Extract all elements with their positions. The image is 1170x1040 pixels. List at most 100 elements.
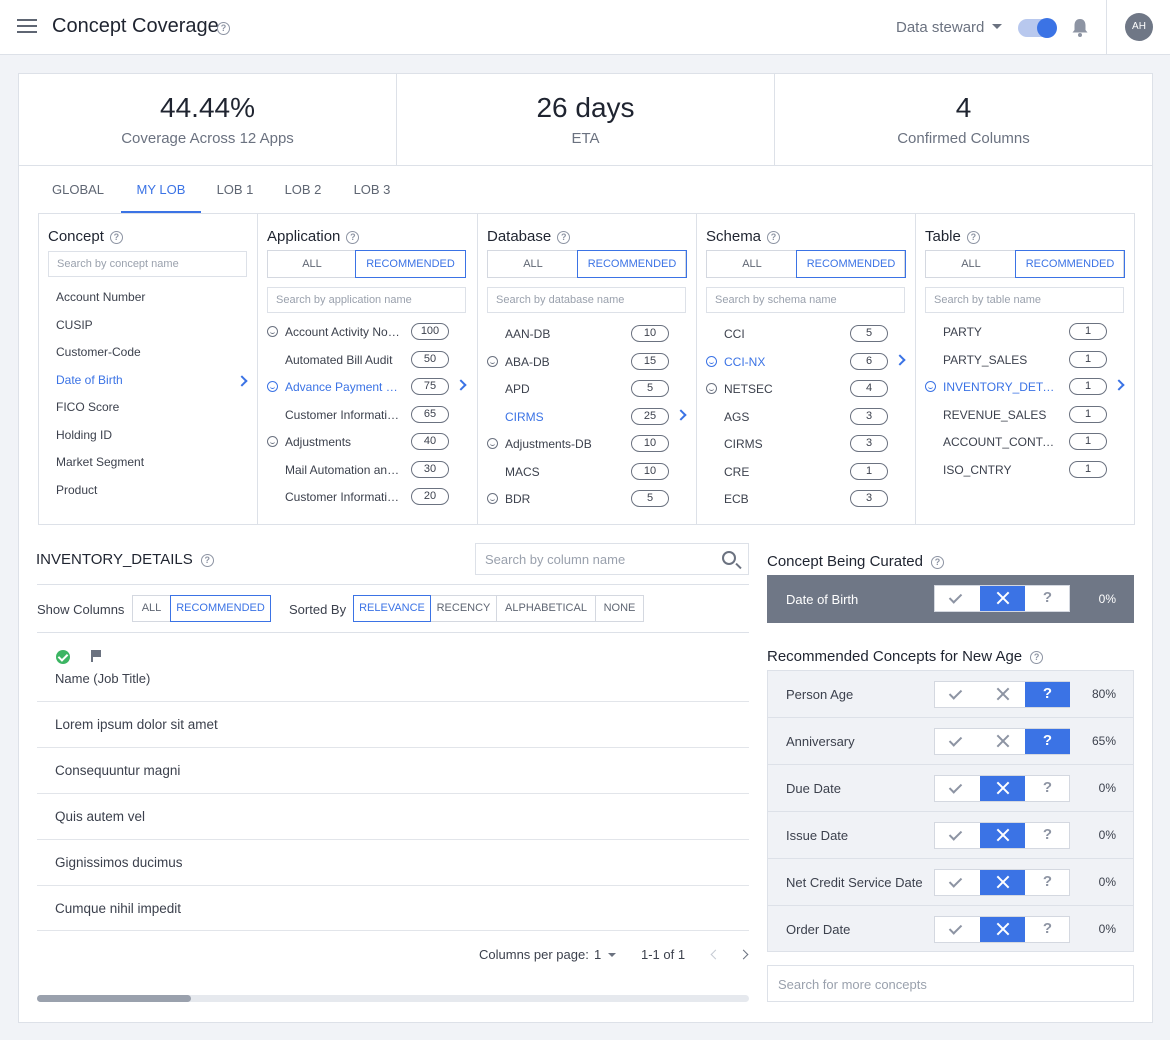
confirm-button[interactable] — [935, 870, 980, 895]
scrollbar-thumb[interactable] — [37, 995, 191, 1002]
bell-icon[interactable] — [1071, 18, 1089, 38]
filter-all[interactable]: ALL — [707, 251, 797, 277]
table-row[interactable]: Gignissimos ducimus — [37, 839, 749, 885]
reject-button[interactable] — [980, 586, 1025, 611]
application-item[interactable]: Advance Payment and... 75 — [258, 376, 473, 398]
schema-search-input[interactable]: Search by schema name — [706, 287, 905, 313]
reject-button[interactable] — [980, 682, 1025, 707]
reject-button[interactable] — [980, 776, 1025, 801]
tab-my-lob[interactable]: MY LOB — [121, 167, 201, 213]
schema-item[interactable]: NETSEC 4 — [697, 378, 912, 400]
filter-all[interactable]: ALL — [926, 251, 1016, 277]
sort-recency-button[interactable]: RECENCY — [430, 595, 497, 622]
tab-lob-1[interactable]: LOB 1 — [201, 167, 269, 213]
sort-none-button[interactable]: NONE — [595, 595, 644, 622]
show-recommended-button[interactable]: RECOMMENDED — [170, 595, 271, 622]
tab-lob-3[interactable]: LOB 3 — [337, 167, 407, 213]
help-icon[interactable]: ? — [930, 556, 944, 569]
role-dropdown[interactable]: Data steward — [896, 19, 1003, 36]
table-item[interactable]: ISO_CNTRY 1 — [916, 459, 1131, 481]
help-icon[interactable]: ? — [200, 554, 214, 567]
table-item[interactable]: INVENTORY_DETAILS 1 — [916, 376, 1131, 398]
rows-per-page-select[interactable]: 1 — [594, 947, 601, 962]
table-item[interactable]: REVENUE_SALES 1 — [916, 404, 1131, 426]
help-icon[interactable]: ? — [109, 231, 123, 244]
confirmed-check-icon[interactable] — [56, 650, 70, 664]
application-item[interactable]: Mail Automation and... 30 — [258, 459, 473, 481]
table-row[interactable]: Quis autem vel — [37, 793, 749, 839]
filter-recommended[interactable]: RECOMMENDED — [577, 250, 687, 278]
column-search-input[interactable]: Search by column name — [475, 543, 749, 575]
concept-search-input[interactable]: Search by concept name — [48, 251, 247, 277]
chevron-right-icon[interactable] — [675, 408, 687, 421]
unsure-button[interactable]: ? — [1025, 729, 1070, 754]
database-item[interactable]: AAN-DB 10 — [478, 323, 693, 345]
database-item[interactable]: CIRMS 25 — [478, 406, 693, 428]
horizontal-scrollbar[interactable] — [37, 995, 749, 1002]
search-icon[interactable] — [722, 551, 736, 565]
table-row[interactable]: Consequuntur magni — [37, 747, 749, 793]
concept-item[interactable]: Product — [56, 483, 97, 497]
help-icon[interactable]: ? — [557, 231, 571, 244]
unsure-button[interactable]: ? — [1025, 682, 1070, 707]
unsure-button[interactable]: ? — [1025, 917, 1070, 942]
filter-all[interactable]: ALL — [488, 251, 578, 277]
tab-global[interactable]: GLOBAL — [37, 167, 119, 213]
filter-recommended[interactable]: RECOMMENDED — [796, 250, 906, 278]
prev-page-icon[interactable] — [710, 949, 721, 960]
schema-item[interactable]: ECB 3 — [697, 488, 912, 510]
database-filter-toggle[interactable]: ALL RECOMMENDED — [487, 250, 687, 278]
mode-toggle[interactable] — [1018, 18, 1057, 38]
confirm-button[interactable] — [935, 776, 980, 801]
concept-item[interactable]: Holding ID — [56, 428, 112, 442]
chevron-down-icon[interactable] — [608, 953, 616, 957]
unsure-button[interactable]: ? — [1025, 586, 1070, 611]
database-search-input[interactable]: Search by database name — [487, 287, 686, 313]
confirm-button[interactable] — [935, 917, 980, 942]
database-item[interactable]: APD 5 — [478, 378, 693, 400]
confirm-button[interactable] — [935, 586, 980, 611]
help-icon[interactable]: ? — [767, 231, 781, 244]
concept-item[interactable]: CUSIP — [56, 318, 93, 332]
schema-item[interactable]: CCI-NX 6 — [697, 351, 912, 373]
confirm-button[interactable] — [935, 682, 980, 707]
application-item[interactable]: Customer Information... 65 — [258, 404, 473, 426]
table-row[interactable]: Lorem ipsum dolor sit amet — [37, 701, 749, 747]
table-item[interactable]: PARTY_SALES 1 — [916, 349, 1131, 371]
show-all-button[interactable]: ALL — [132, 595, 171, 622]
application-filter-toggle[interactable]: ALL RECOMMENDED — [267, 250, 466, 278]
database-item[interactable]: MACS 10 — [478, 461, 693, 483]
application-search-input[interactable]: Search by application name — [267, 287, 466, 313]
hamburger-menu-icon[interactable] — [17, 19, 37, 35]
help-icon[interactable]: ? — [1030, 651, 1044, 664]
avatar[interactable]: AH — [1125, 13, 1153, 41]
database-item[interactable]: Adjustments-DB 10 — [478, 433, 693, 455]
table-row[interactable]: Cumque nihil impedit — [37, 885, 749, 931]
schema-item[interactable]: CRE 1 — [697, 461, 912, 483]
unsure-button[interactable]: ? — [1025, 823, 1070, 848]
reject-button[interactable] — [980, 870, 1025, 895]
next-page-icon[interactable] — [738, 949, 749, 960]
reject-button[interactable] — [980, 917, 1025, 942]
tab-lob-2[interactable]: LOB 2 — [269, 167, 337, 213]
chevron-right-icon[interactable] — [236, 374, 248, 387]
application-item[interactable]: Automated Bill Audit 50 — [258, 349, 473, 371]
concept-item[interactable]: FICO Score — [56, 400, 119, 414]
reject-button[interactable] — [980, 729, 1025, 754]
table-item[interactable]: ACCOUNT_CONTACT 1 — [916, 431, 1131, 453]
flag-icon[interactable] — [91, 650, 101, 662]
concept-item[interactable]: Account Number — [56, 290, 145, 304]
application-item[interactable]: Account Activity Notifi... 100 — [258, 321, 473, 343]
database-item[interactable]: BDR 5 — [478, 488, 693, 510]
unsure-button[interactable]: ? — [1025, 870, 1070, 895]
concept-item[interactable]: Customer-Code — [56, 345, 141, 359]
more-concepts-search-input[interactable]: Search for more concepts — [767, 965, 1134, 1002]
confirm-button[interactable] — [935, 729, 980, 754]
chevron-right-icon[interactable] — [455, 379, 467, 391]
schema-item[interactable]: CCI 5 — [697, 323, 912, 345]
filter-all[interactable]: ALL — [268, 251, 356, 277]
sort-alphabetical-button[interactable]: ALPHABETICAL — [496, 595, 596, 622]
help-icon[interactable]: ? — [346, 231, 360, 244]
schema-item[interactable]: CIRMS 3 — [697, 433, 912, 455]
application-item[interactable]: Adjustments 40 — [258, 431, 473, 453]
